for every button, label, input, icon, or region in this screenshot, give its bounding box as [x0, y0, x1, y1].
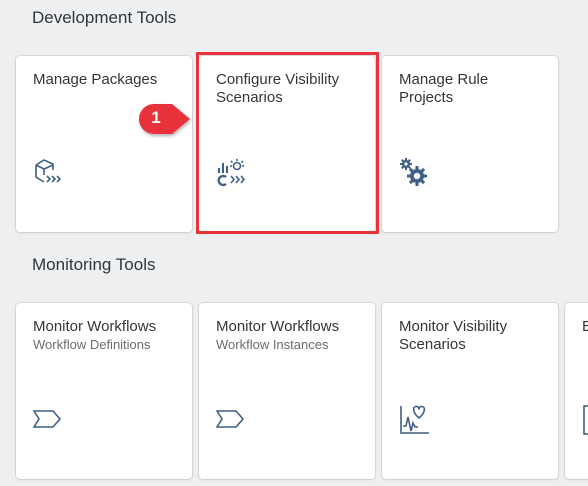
tile-title: Manage Rule Projects [399, 71, 489, 106]
tile-manage-rule-projects[interactable]: Manage Rule Projects [382, 56, 558, 232]
tile-monitor-workflow-definitions[interactable]: Monitor Workflows Workflow Definitions [16, 303, 192, 479]
tile-subtitle: Workflow Definitions [33, 337, 151, 352]
document-icon [582, 404, 588, 441]
tile-title: Monitor Workflows [216, 318, 340, 335]
tile-partial[interactable]: B [565, 303, 588, 479]
tile-monitor-workflow-instances[interactable]: Monitor Workflows Workflow Instances [199, 303, 375, 479]
package-icon [33, 157, 63, 192]
tile-subtitle: Workflow Instances [216, 337, 329, 352]
process-icon [32, 408, 63, 435]
tile-title: B [582, 318, 588, 335]
tile-manage-packages[interactable]: Manage Packages [16, 56, 192, 232]
callout-number: 1 [151, 108, 161, 127]
monitoring-tools-heading: Monitoring Tools [32, 255, 156, 274]
gears-icon [399, 157, 431, 194]
tile-title: Monitor Workflows [33, 318, 157, 335]
highlight-box [196, 52, 379, 234]
tile-title: Manage Packages [33, 71, 158, 88]
heart-pulse-icon [399, 404, 431, 441]
tile-title: Monitor Visibility Scenarios [399, 318, 508, 353]
process-icon [215, 408, 246, 435]
development-tools-heading: Development Tools [32, 8, 177, 27]
tile-monitor-visibility-scenarios[interactable]: Monitor Visibility Scenarios [382, 303, 558, 479]
